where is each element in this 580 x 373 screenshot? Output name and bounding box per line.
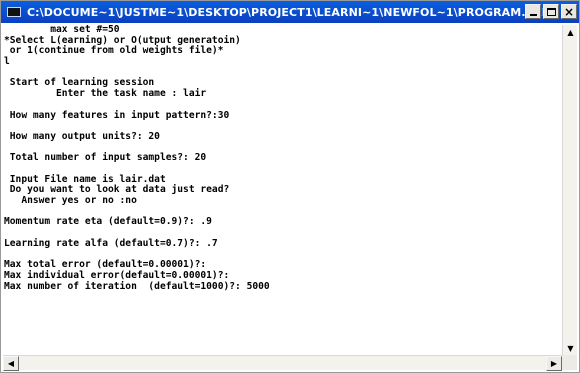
scroll-left-button[interactable]: ◀ [3, 356, 19, 371]
console-line: Max number of iteration (default=1000)?:… [4, 280, 270, 292]
console-line: Answer yes or no :no [4, 195, 137, 206]
console-line: How many output units?: 20 [4, 130, 160, 142]
vertical-scrollbar[interactable]: ▲ ▼ [562, 25, 577, 356]
scroll-up-button[interactable]: ▲ [563, 25, 578, 40]
minimize-button[interactable] [525, 4, 541, 19]
maximize-button[interactable] [543, 4, 559, 19]
window-title: C:\DOCUME~1\JUSTME~1\DESKTOP\PROJECT1\LE… [27, 5, 550, 19]
minimize-icon [529, 13, 537, 16]
console-line: Momentum rate eta (default=0.9)?: .9 [4, 216, 212, 228]
console-app-icon[interactable] [7, 7, 21, 17]
scroll-down-button[interactable]: ▼ [563, 341, 578, 356]
close-button[interactable]: × [561, 4, 577, 19]
arrow-down-icon: ▼ [567, 344, 574, 353]
console-line: l [4, 56, 10, 68]
window-controls: × [525, 4, 577, 19]
arrow-left-icon: ◀ [7, 359, 15, 368]
console-line: How many features in input pattern?:30 [4, 109, 230, 121]
console-line: Total number of input samples?: 20 [4, 152, 207, 164]
maximize-icon [546, 7, 556, 16]
console-output[interactable]: max set #=50 *Select L(earning) or O(utpu… [4, 25, 561, 356]
close-icon: × [563, 4, 575, 19]
arrow-up-icon: ▲ [567, 28, 574, 37]
console-line: or 1(continue from old weights file)* [4, 45, 224, 57]
title-bar[interactable]: C:\DOCUME~1\JUSTME~1\DESKTOP\PROJECT1\LE… [1, 1, 579, 23]
console-line: Learning rate alfa (default=0.7)?: .7 [4, 237, 218, 249]
arrow-right-icon: ▶ [550, 359, 558, 368]
console-line: Max individual error(default=0.00001)?: [4, 269, 230, 281]
scroll-right-button[interactable]: ▶ [546, 356, 562, 371]
console-window: C:\DOCUME~1\JUSTME~1\DESKTOP\PROJECT1\LE… [0, 0, 580, 373]
console-line: Enter the task name : lair [4, 88, 207, 100]
size-grip[interactable] [562, 355, 577, 370]
horizontal-scrollbar[interactable]: ◀ ▶ [3, 355, 562, 371]
